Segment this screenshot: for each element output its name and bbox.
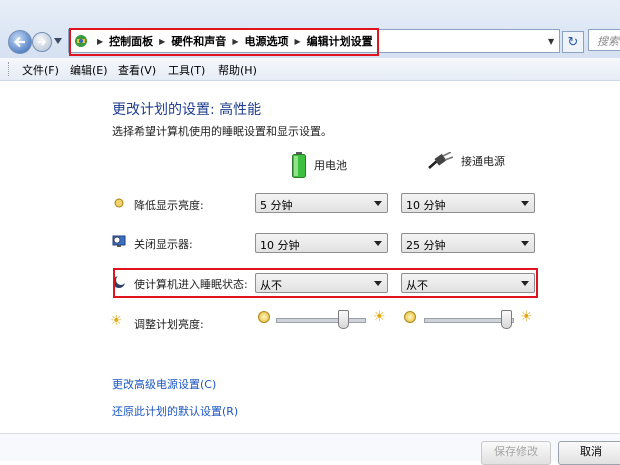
battery-column-header: 用电池 [292, 152, 347, 178]
sleep-plugged-select[interactable]: 从不 [401, 273, 535, 293]
page-subtitle: 选择希望计算机使用的睡眠设置和显示设置。 [112, 125, 332, 138]
restore-defaults-link[interactable]: 还原此计划的默认设置(R) [112, 403, 238, 419]
dropdown-arrow-icon [521, 201, 529, 206]
high-brightness-icon: ☀ [520, 309, 533, 325]
dim-display-battery-select[interactable]: 5 分钟 [255, 193, 388, 213]
slider-thumb[interactable] [338, 310, 349, 329]
chevron-right-icon[interactable]: ▶ [232, 37, 238, 46]
chevron-right-icon[interactable]: ▶ [159, 37, 165, 46]
crumb-control-panel[interactable]: 控制面板 [109, 33, 153, 49]
monitor-timer-icon [112, 235, 126, 247]
sleep-battery-select[interactable]: 从不 [255, 273, 388, 293]
save-changes-button[interactable]: 保存修改 [481, 441, 551, 465]
selected-value: 25 分钟 [406, 239, 446, 252]
selected-value: 5 分钟 [260, 199, 293, 212]
dropdown-arrow-icon [374, 201, 382, 206]
dropdown-arrow-icon [374, 281, 382, 286]
refresh-button[interactable]: ↻ [562, 31, 584, 53]
cancel-button[interactable]: 取消 [558, 441, 620, 465]
menu-tools[interactable]: 工具(T) [168, 62, 205, 78]
sleep-label: 使计算机进入睡眠状态: [134, 278, 248, 291]
history-dropdown-icon[interactable] [54, 38, 62, 44]
low-brightness-icon [404, 311, 416, 323]
brightness-sun-icon: ☀ [110, 313, 123, 329]
selected-value: 10 分钟 [260, 239, 300, 252]
slider-thumb[interactable] [501, 310, 512, 329]
battery-label: 用电池 [314, 159, 347, 172]
menu-bar: 文件(F) 编辑(E) 查看(V) 工具(T) 帮助(H) [0, 58, 620, 81]
menu-file[interactable]: 文件(F) [22, 62, 59, 78]
advanced-power-settings-link[interactable]: 更改高级电源设置(C) [112, 376, 216, 392]
toolbar-grip [8, 62, 11, 76]
dim-brightness-icon [114, 198, 124, 208]
back-arrow-icon [13, 36, 25, 48]
plugged-brightness-slider[interactable] [424, 310, 514, 330]
power-plug-icon [428, 152, 453, 169]
crumb-hardware-sound[interactable]: 硬件和声音 [171, 33, 226, 49]
sleep-moon-icon [113, 275, 126, 288]
brightness-label: 调整计划亮度: [134, 318, 204, 331]
page-title: 更改计划的设置: 高性能 [112, 102, 262, 118]
plugged-column-header: 接通电源 [427, 152, 505, 170]
refresh-icon: ↻ [567, 34, 579, 50]
plugged-label: 接通电源 [461, 155, 505, 168]
selected-value: 从不 [260, 279, 282, 292]
selected-value: 从不 [406, 279, 428, 292]
slider-track [276, 318, 366, 323]
crumb-power-options[interactable]: 电源选项 [244, 33, 288, 49]
forward-arrow-icon [38, 38, 47, 46]
dropdown-arrow-icon [521, 281, 529, 286]
turn-off-display-battery-select[interactable]: 10 分钟 [255, 233, 388, 253]
battery-icon [292, 152, 306, 178]
turn-off-display-label: 关闭显示器: [134, 238, 193, 251]
dim-display-plugged-select[interactable]: 10 分钟 [401, 193, 535, 213]
menu-help[interactable]: 帮助(H) [218, 62, 257, 78]
chevron-right-icon[interactable]: ▶ [294, 37, 300, 46]
search-input[interactable]: 搜索 [588, 29, 620, 51]
low-brightness-icon [258, 311, 270, 323]
high-brightness-icon: ☀ [373, 309, 386, 325]
dim-display-label: 降低显示亮度: [134, 199, 204, 212]
crumb-edit-plan[interactable]: 编辑计划设置 [307, 33, 373, 49]
control-panel-icon [75, 35, 87, 47]
selected-value: 10 分钟 [406, 199, 446, 212]
battery-brightness-slider[interactable] [276, 310, 366, 330]
dropdown-arrow-icon [521, 241, 529, 246]
back-button[interactable] [8, 30, 32, 54]
menu-edit[interactable]: 编辑(E) [70, 62, 108, 78]
address-dropdown-icon[interactable]: ▼ [548, 37, 554, 46]
turn-off-display-plugged-select[interactable]: 25 分钟 [401, 233, 535, 253]
breadcrumb[interactable]: ▶ 控制面板 ▶ 硬件和声音 ▶ 电源选项 ▶ 编辑计划设置 [68, 29, 560, 53]
chevron-right-icon: ▶ [97, 36, 104, 46]
forward-button[interactable] [32, 32, 52, 52]
menu-view[interactable]: 查看(V) [118, 62, 156, 78]
dropdown-arrow-icon [374, 241, 382, 246]
